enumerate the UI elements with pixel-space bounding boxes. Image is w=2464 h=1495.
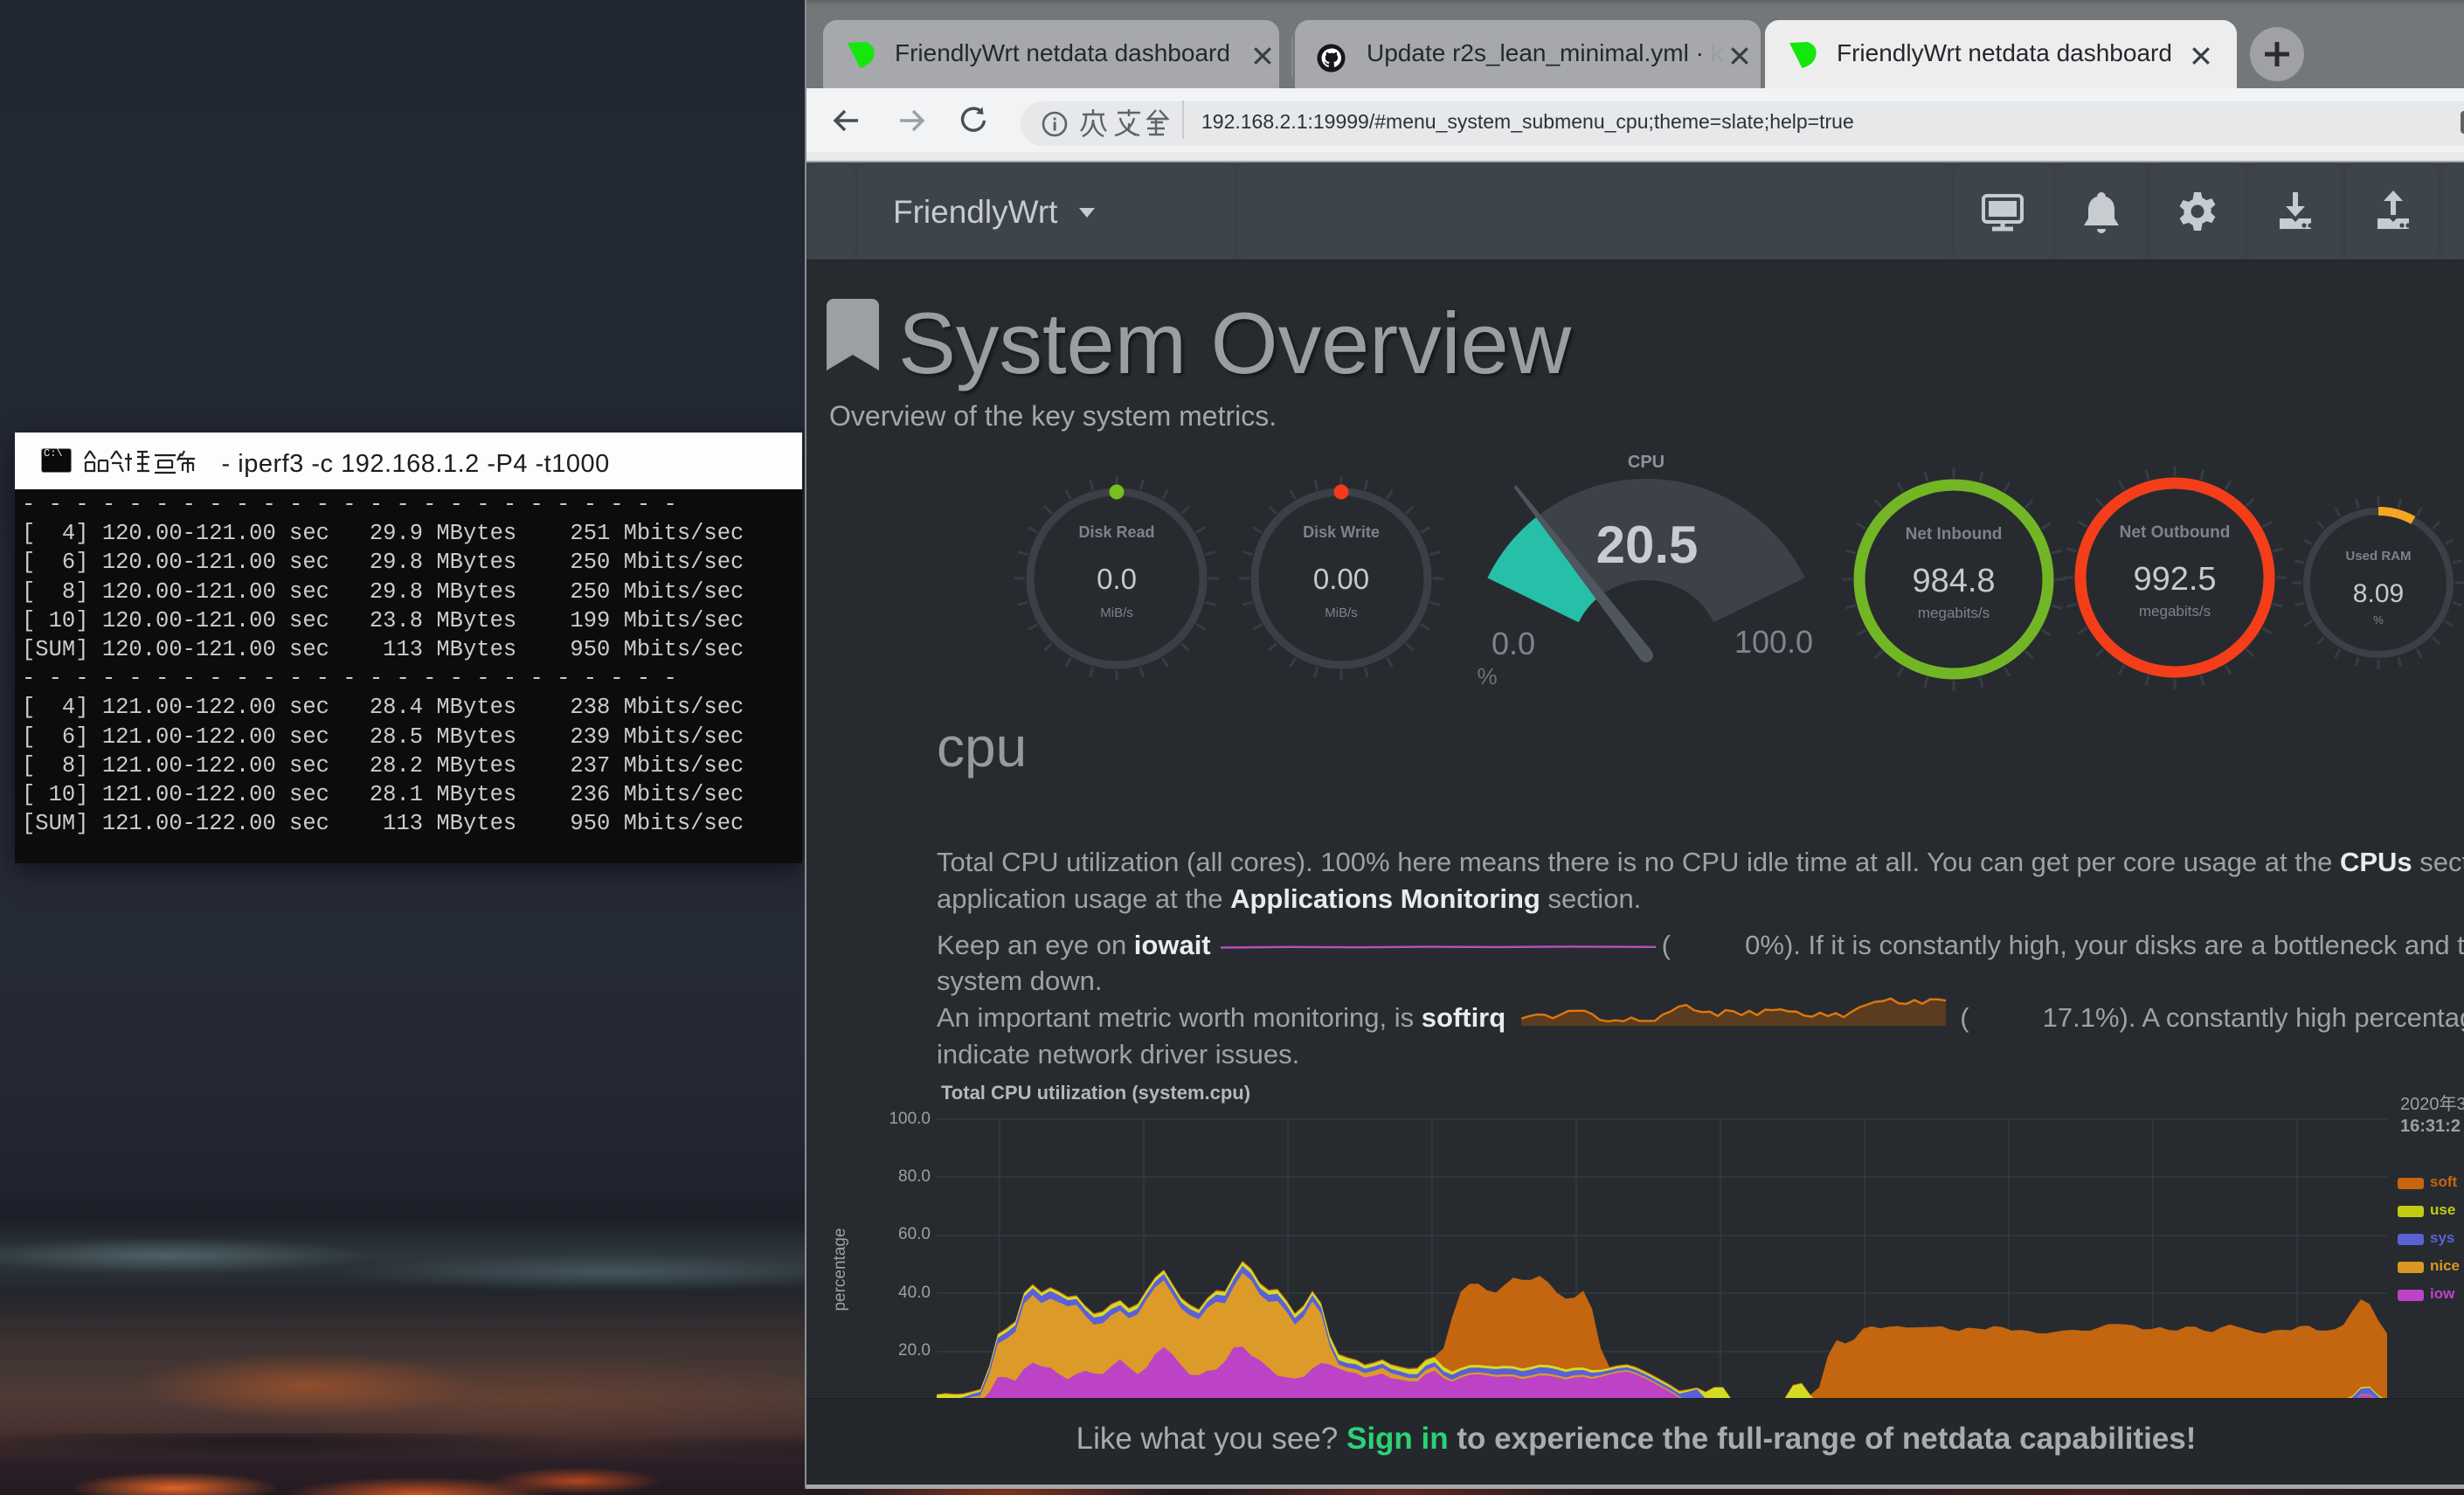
svg-text:8.09: 8.09 [2353, 579, 2404, 608]
svg-text:Used RAM: Used RAM [2345, 549, 2411, 564]
svg-text:Net Inbound: Net Inbound [1906, 525, 2003, 543]
svg-text:0.00: 0.00 [1313, 563, 1369, 595]
svg-text:Disk Read: Disk Read [1078, 523, 1154, 541]
svg-text:Disk Write: Disk Write [1303, 523, 1380, 541]
svg-text:%: % [2373, 613, 2384, 626]
svg-text:megabits/s: megabits/s [2139, 603, 2211, 619]
svg-text:MiB/s: MiB/s [1100, 606, 1133, 620]
svg-text:MiB/s: MiB/s [1325, 606, 1358, 620]
svg-text:Net Outbound: Net Outbound [2120, 523, 2231, 542]
svg-text:100.0: 100.0 [1734, 624, 1813, 660]
svg-text:0.0: 0.0 [1492, 626, 1535, 661]
svg-text:megabits/s: megabits/s [1918, 605, 1990, 621]
svg-text:20.5: 20.5 [1596, 516, 1699, 574]
svg-text:992.5: 992.5 [2133, 561, 2216, 598]
svg-text:0.0: 0.0 [1097, 563, 1137, 595]
svg-text:%: % [1477, 663, 1497, 689]
svg-text:984.8: 984.8 [1912, 563, 1995, 599]
